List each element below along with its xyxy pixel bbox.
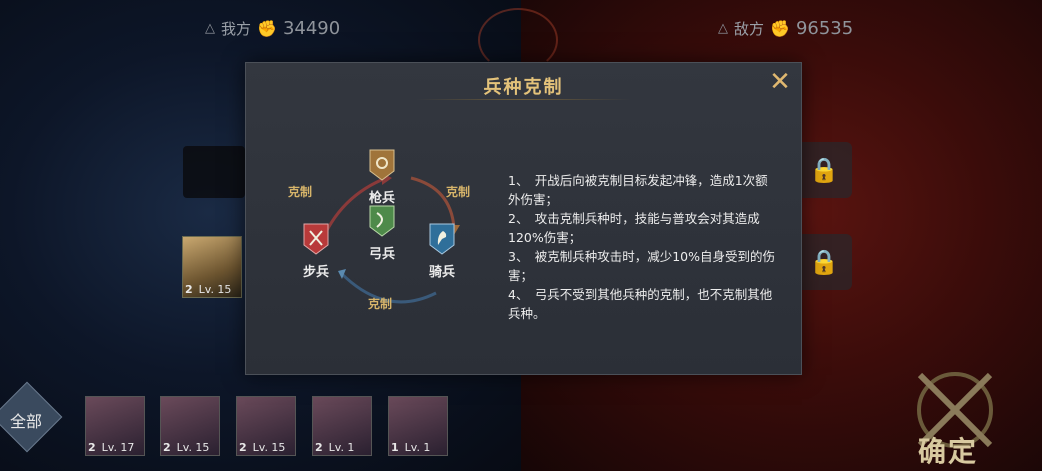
infantry-unit: 步兵 xyxy=(296,223,336,280)
formation-hero[interactable]: 2 Lv. 15 xyxy=(182,236,242,298)
hero-card[interactable]: 2 Lv. 17 xyxy=(85,396,145,456)
counter-label-right: 克制 xyxy=(446,185,471,199)
close-icon[interactable]: ✕ xyxy=(767,69,793,95)
enemy-label: 敌方 xyxy=(734,20,765,38)
fist-icon: ✊ xyxy=(770,19,790,38)
hero-card[interactable]: 1 Lv. 1 xyxy=(388,396,448,456)
rules-text: 1、 开战后向被克制目标发起冲锋，造成1次额外伤害； 2、 攻击克制兵种时，技能… xyxy=(508,171,778,323)
counter-dialog: 兵种克制 ✕ 枪兵 弓兵 步兵 骑兵 克制 克制 克制 1、 开战后向被克制目标… xyxy=(245,62,802,375)
hero-card[interactable]: 2 Lv. 15 xyxy=(236,396,296,456)
counter-diagram: 枪兵 弓兵 步兵 骑兵 克制 克制 克制 xyxy=(276,143,516,343)
all-filter-label[interactable]: 全部 xyxy=(6,408,46,432)
enemy-power-value: 96535 xyxy=(795,18,854,39)
lock-icon: 🔒 xyxy=(809,156,839,184)
fist-icon: ✊ xyxy=(257,19,277,38)
archer-unit: 弓兵 xyxy=(362,205,402,262)
rule-item: 3、 被克制兵种攻击时，减少10%自身受到的伤害； xyxy=(508,249,775,283)
ally-label: 我方 xyxy=(221,20,252,38)
rule-item: 2、 攻击克制兵种时，技能与普攻会对其造成120%伤害； xyxy=(508,211,760,245)
triangle-icon: △ xyxy=(205,21,215,36)
triangle-icon: △ xyxy=(718,21,728,36)
confirm-button[interactable]: 确定 xyxy=(918,430,978,470)
spear-shield-icon xyxy=(369,149,395,181)
locked-slot[interactable]: 🔒 xyxy=(796,142,852,198)
hero-card[interactable]: 2 Lv. 1 xyxy=(312,396,372,456)
ally-power-value: 34490 xyxy=(282,18,341,39)
locked-slot[interactable]: 🔒 xyxy=(796,234,852,290)
dialog-title: 兵种克制 xyxy=(483,77,564,98)
archer-shield-icon xyxy=(369,205,395,237)
cavalry-shield-icon xyxy=(429,223,455,255)
ally-power: △ 我方 ✊ 34490 xyxy=(205,18,340,39)
lock-icon: 🔒 xyxy=(809,248,839,276)
counter-label-bottom: 克制 xyxy=(368,297,393,311)
title-divider xyxy=(416,99,631,100)
enemy-power: △ 敌方 ✊ 96535 xyxy=(718,18,853,39)
hero-card[interactable]: 2 Lv. 15 xyxy=(160,396,220,456)
rule-item: 1、 开战后向被克制目标发起冲锋，造成1次额外伤害； xyxy=(508,173,768,207)
formation-slot[interactable] xyxy=(183,146,245,198)
infantry-shield-icon xyxy=(303,223,329,255)
counter-label-left: 克制 xyxy=(288,185,313,199)
rule-item: 4、 弓兵不受到其他兵种的克制，也不克制其他兵种。 xyxy=(508,287,773,321)
cavalry-unit: 骑兵 xyxy=(422,223,462,280)
spear-unit: 枪兵 xyxy=(362,149,402,206)
hero-level: 2 Lv. 15 xyxy=(185,283,232,296)
